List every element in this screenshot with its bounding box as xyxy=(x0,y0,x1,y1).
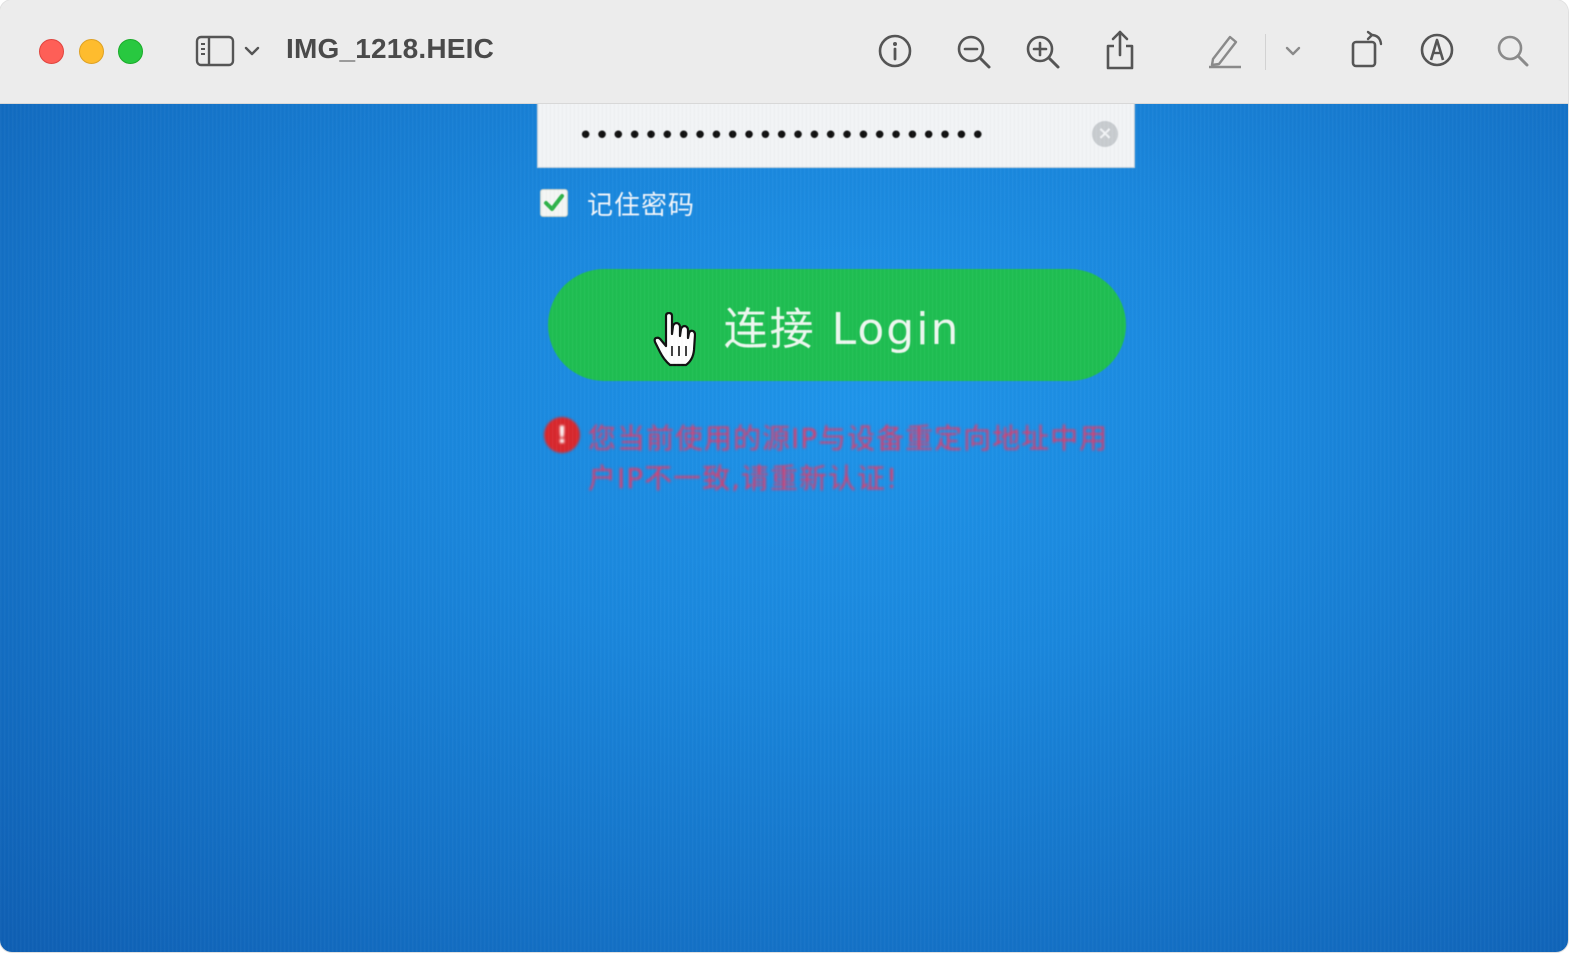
password-field[interactable]: ••••••••••••••••••••••••• × xyxy=(537,104,1135,168)
login-button-label: 连接 Login xyxy=(723,304,961,355)
close-window-button[interactable] xyxy=(39,39,64,64)
remember-password-checkbox[interactable] xyxy=(540,189,568,217)
image-canvas: ••••••••••••••••••••••••• × 记住密码 连接 Logi… xyxy=(0,104,1568,952)
share-icon[interactable] xyxy=(1102,28,1138,72)
zoom-out-icon[interactable] xyxy=(954,32,994,72)
hand-pointer-cursor-icon xyxy=(652,311,697,372)
sidebar-toggle-icon[interactable] xyxy=(194,34,236,68)
checkmark-icon xyxy=(544,194,564,211)
search-icon[interactable] xyxy=(1494,32,1532,70)
markup-pen-icon[interactable] xyxy=(1204,30,1244,70)
info-icon[interactable] xyxy=(876,32,914,70)
window-title: IMG_1218.HEIC xyxy=(286,33,495,64)
rotate-icon[interactable] xyxy=(1346,28,1388,70)
markup-menu-chevron-down-icon[interactable] xyxy=(1283,42,1303,60)
remember-password-label: 记住密码 xyxy=(587,190,696,221)
login-button[interactable]: 连接 Login xyxy=(548,269,1126,381)
error-message: 您当前使用的源IP与设备重定向地址中用户IP不一致,请重新认证! xyxy=(588,422,1109,495)
annotate-icon[interactable] xyxy=(1418,31,1456,69)
preview-window: IMG_1218.HEIC ••••••••••••••••••••••••• … xyxy=(0,0,1568,952)
toolbar-divider xyxy=(1265,34,1266,70)
fullscreen-window-button[interactable] xyxy=(118,39,143,64)
password-mask: ••••••••••••••••••••••••• xyxy=(578,121,987,151)
minimize-window-button[interactable] xyxy=(79,39,104,64)
error-alert-icon: ! xyxy=(544,417,580,453)
sidebar-menu-chevron-down-icon[interactable] xyxy=(242,42,262,60)
zoom-in-icon[interactable] xyxy=(1023,32,1063,72)
clear-password-icon[interactable]: × xyxy=(1092,121,1118,147)
title-bar: IMG_1218.HEIC xyxy=(0,0,1568,104)
remember-password-option[interactable]: 记住密码 xyxy=(540,188,695,221)
